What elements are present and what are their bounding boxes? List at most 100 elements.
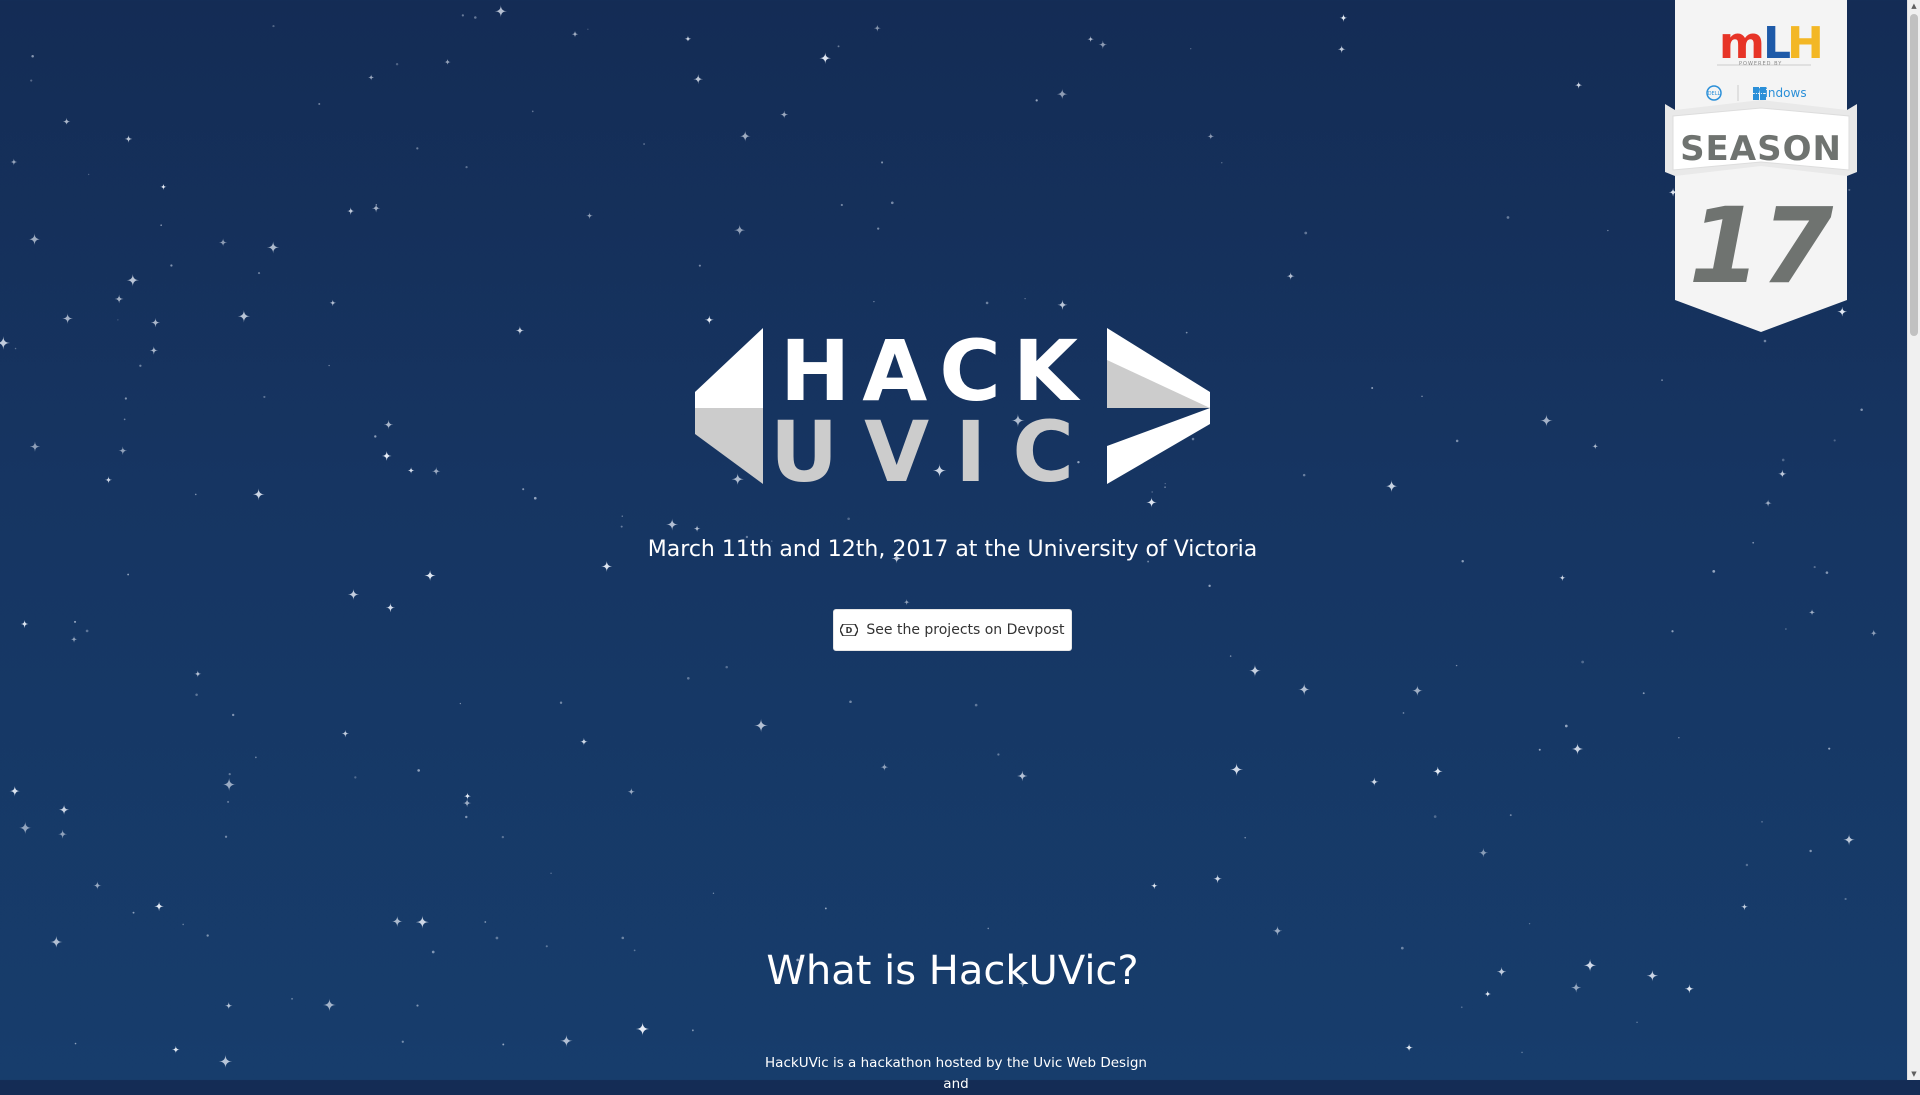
star: [225, 1002, 233, 1010]
page-scrollbar[interactable]: ▲ ▼: [1907, 0, 1920, 1080]
star: [1433, 815, 1437, 818]
star: [1164, 486, 1166, 488]
star: [1385, 479, 1398, 493]
star: [502, 1043, 505, 1046]
star: [725, 665, 728, 669]
star: [1024, 298, 1026, 300]
star: [1661, 379, 1663, 381]
star: [381, 451, 392, 461]
star: [1229, 655, 1232, 657]
star: [873, 24, 881, 32]
star: [58, 829, 68, 839]
star: [465, 815, 468, 819]
star: [571, 30, 579, 38]
star: [1151, 491, 1153, 493]
star: [974, 703, 978, 707]
star: [368, 74, 375, 81]
star: [328, 364, 330, 367]
star: [464, 792, 471, 800]
star: [739, 130, 751, 142]
star: [780, 110, 789, 119]
scroll-down-icon[interactable]: ▼: [1908, 1068, 1920, 1080]
star: [93, 881, 102, 890]
star: [643, 143, 645, 145]
star: [459, 702, 461, 705]
star: [1642, 692, 1645, 695]
star: [1528, 922, 1531, 925]
star: [58, 804, 70, 816]
star: [126, 273, 140, 287]
star: [218, 1054, 233, 1069]
devpost-button[interactable]: D See the projects on Devpost: [833, 609, 1072, 651]
star: [987, 927, 990, 930]
mlh-logo-h: H: [1787, 18, 1824, 69]
star: [1860, 408, 1863, 412]
star: [194, 493, 197, 496]
star: [1636, 1021, 1638, 1024]
star: [139, 364, 142, 367]
star: [495, 936, 499, 940]
star: [847, 517, 850, 521]
star: [691, 1029, 694, 1032]
star: [1035, 99, 1038, 102]
star: [1056, 88, 1068, 100]
star: [881, 161, 884, 164]
star: [1813, 566, 1816, 569]
star: [1405, 1043, 1414, 1052]
star: [1559, 574, 1566, 582]
star: [880, 763, 889, 772]
scroll-thumb[interactable]: [1910, 14, 1918, 336]
star: [560, 1034, 573, 1048]
star: [266, 241, 280, 254]
star: [1592, 443, 1599, 450]
star: [374, 435, 377, 438]
star: [383, 419, 394, 430]
star: [733, 224, 746, 236]
star: [1369, 777, 1379, 787]
star: [1207, 132, 1215, 140]
scroll-up-icon[interactable]: ▲: [1908, 0, 1920, 12]
star: [1339, 13, 1348, 22]
star: [154, 901, 164, 912]
star: [171, 1045, 180, 1054]
star: [1371, 387, 1374, 390]
star: [62, 117, 71, 126]
star: [182, 923, 184, 926]
star: [114, 294, 124, 304]
devpost-icon: D: [840, 624, 859, 636]
about-title: What is HackUVic?: [766, 948, 1139, 994]
star: [1781, 458, 1785, 462]
star: [252, 488, 265, 501]
star: [346, 207, 355, 215]
star: [1421, 395, 1423, 398]
star: [385, 602, 396, 613]
star: [1761, 820, 1764, 823]
star: [1828, 747, 1831, 750]
star: [550, 872, 552, 875]
star: [635, 1022, 650, 1036]
star: [341, 729, 350, 738]
star: [666, 518, 679, 531]
star: [222, 777, 237, 792]
star: [322, 998, 337, 1012]
star: [9, 785, 21, 797]
star: [1221, 162, 1223, 164]
mlh-season-badge[interactable]: m L H DELL SEASON 17 POWERED BY Windows: [1665, 0, 1857, 335]
star: [1460, 1006, 1463, 1009]
star: [621, 936, 625, 940]
hackuvic-logo: HACK UVIC: [695, 322, 1210, 501]
star: [444, 58, 451, 66]
star: [1538, 748, 1541, 751]
star: [74, 1042, 77, 1045]
star: [627, 788, 636, 796]
star: [559, 701, 563, 704]
star: [227, 800, 230, 803]
star: [206, 934, 209, 937]
star: [375, 204, 378, 206]
star: [1825, 571, 1829, 574]
star: [354, 776, 357, 779]
star: [840, 203, 843, 207]
star: [424, 569, 436, 582]
star: [461, 14, 464, 17]
star: [877, 227, 880, 230]
